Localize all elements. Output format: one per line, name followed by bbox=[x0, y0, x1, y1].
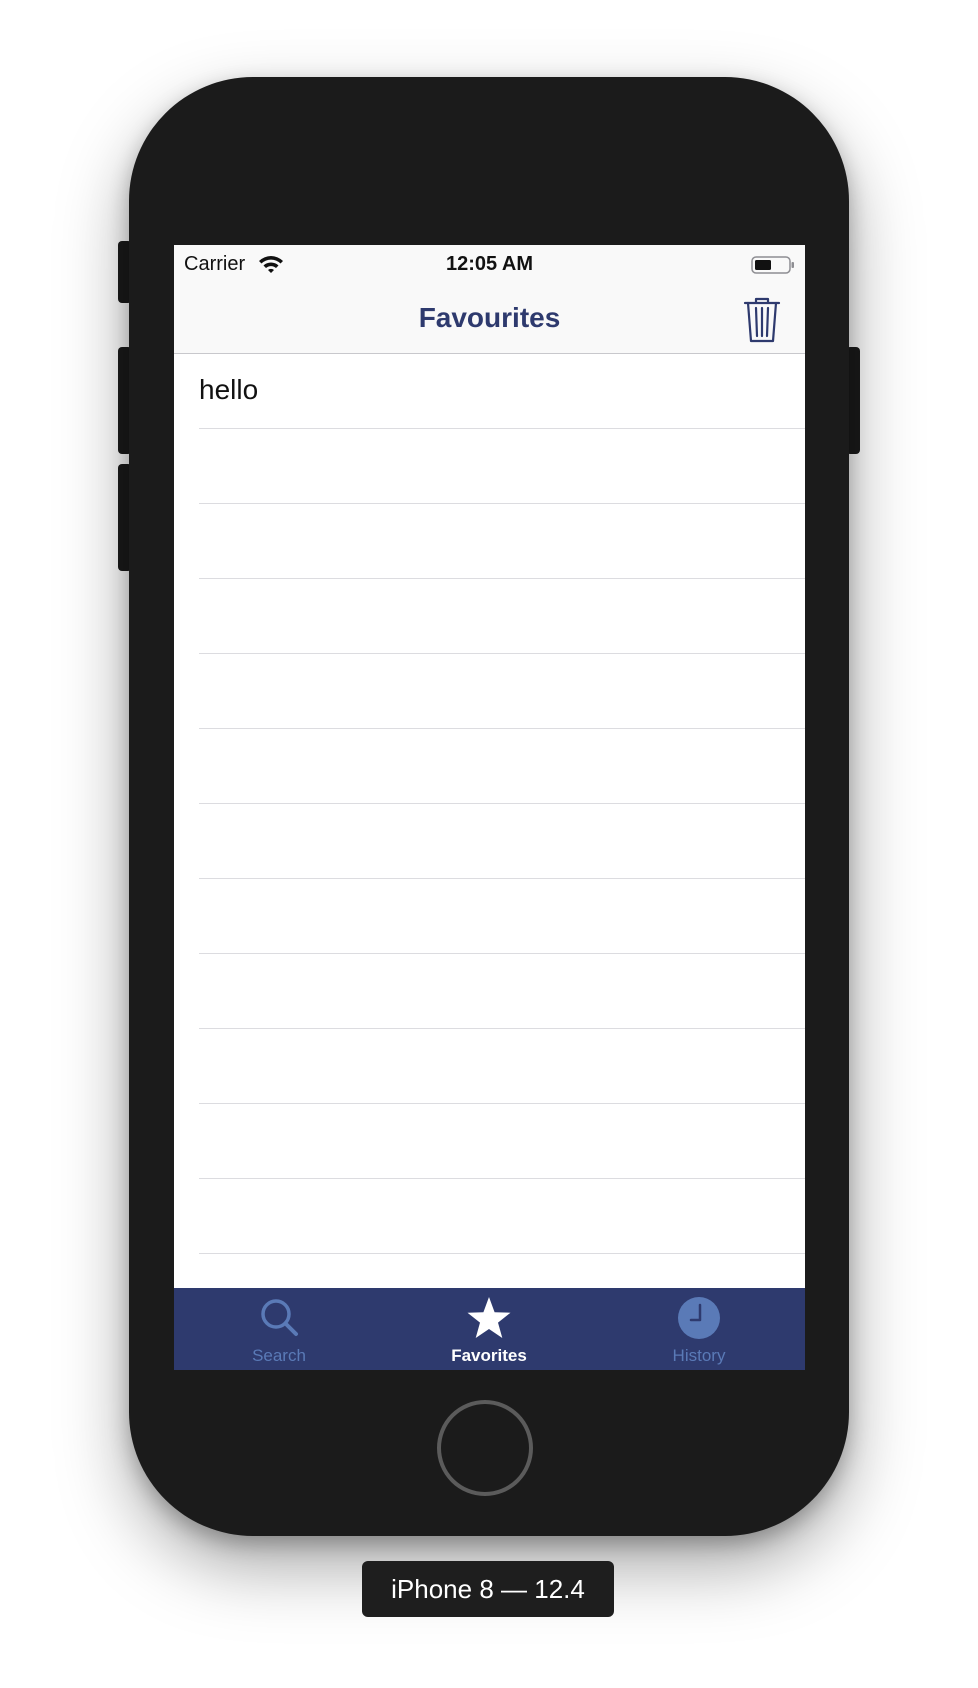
magnifier-icon bbox=[261, 1299, 298, 1336]
navigation-bar: Favourites bbox=[174, 285, 805, 354]
empty-row bbox=[199, 579, 805, 654]
tab-favorites[interactable]: Favorites bbox=[384, 1288, 594, 1370]
simulator-stage: Carrier 12:05 AM Favourites hello Search… bbox=[0, 0, 978, 1688]
empty-row bbox=[199, 954, 805, 1029]
empty-row bbox=[199, 1029, 805, 1104]
empty-row bbox=[199, 729, 805, 804]
favorite-row[interactable]: hello bbox=[199, 354, 805, 429]
empty-row bbox=[199, 654, 805, 729]
tab-search-label: Search bbox=[252, 1346, 306, 1365]
empty-row bbox=[199, 1104, 805, 1179]
empty-row bbox=[199, 429, 805, 504]
battery-icon bbox=[751, 256, 794, 274]
app-screen: Carrier 12:05 AM Favourites hello Search… bbox=[174, 245, 805, 1370]
tab-bar: Search Favorites History bbox=[174, 1288, 805, 1370]
page-title: Favourites bbox=[418, 302, 561, 333]
favorites-table: hello bbox=[174, 354, 805, 1284]
star-icon bbox=[467, 1297, 511, 1338]
empty-row bbox=[199, 1179, 805, 1254]
favorite-label: hello bbox=[199, 374, 259, 405]
empty-row bbox=[199, 504, 805, 579]
tab-history[interactable]: History bbox=[594, 1288, 804, 1370]
clock-icon bbox=[678, 1297, 720, 1339]
status-time: 12:05 AM bbox=[445, 253, 534, 275]
tab-favorites-label: Favorites bbox=[451, 1346, 527, 1365]
empty-row bbox=[199, 804, 805, 879]
tab-history-label: History bbox=[672, 1346, 726, 1365]
empty-row bbox=[199, 879, 805, 954]
home-button[interactable] bbox=[437, 1400, 533, 1496]
tab-search[interactable]: Search bbox=[174, 1288, 384, 1370]
status-bar: Carrier 12:05 AM bbox=[174, 245, 805, 285]
trash-icon[interactable] bbox=[742, 296, 782, 344]
device-label: iPhone 8 — 12.4 bbox=[362, 1561, 614, 1617]
